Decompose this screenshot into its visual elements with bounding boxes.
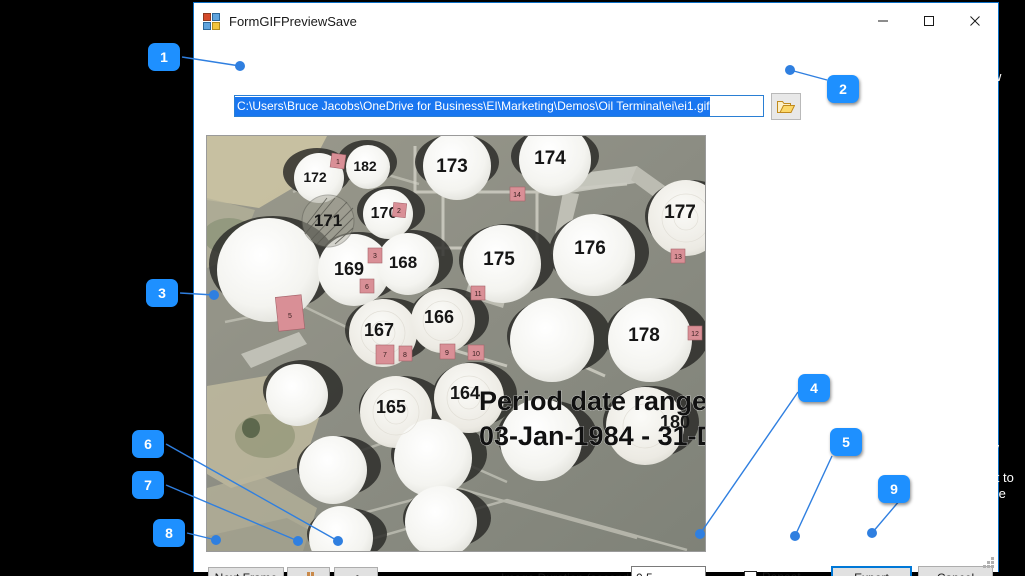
minimize-icon (877, 15, 889, 27)
svg-text:5: 5 (288, 313, 292, 320)
svg-text:12: 12 (691, 331, 699, 338)
cancel-button[interactable]: Cancel (918, 566, 993, 576)
svg-text:9: 9 (445, 350, 449, 357)
repeat-checkbox[interactable]: Repeat (744, 570, 801, 576)
windows-form-icon (203, 13, 220, 30)
svg-text:1: 1 (336, 159, 340, 166)
svg-text:166: 166 (424, 307, 454, 327)
image-duration-label: Image Duration (seconds) (501, 571, 639, 576)
callout-badge-9: 9 (878, 475, 910, 503)
svg-text:6: 6 (365, 284, 369, 291)
svg-text:11: 11 (474, 291, 481, 298)
svg-text:174: 174 (534, 148, 566, 169)
callout-badge-8: 8 (153, 519, 185, 547)
minimize-button[interactable] (860, 3, 906, 39)
browse-button[interactable] (771, 93, 801, 120)
svg-text:164: 164 (450, 383, 480, 403)
callout-badge-4: 4 (798, 374, 830, 402)
svg-text:169: 169 (334, 259, 364, 279)
svg-text:171: 171 (314, 211, 342, 230)
callout-badge-7: 7 (132, 471, 164, 499)
window-title: FormGIFPreviewSave (229, 14, 357, 29)
close-button[interactable] (952, 3, 998, 39)
callout-badge-3: 3 (146, 279, 178, 307)
svg-text:168: 168 (389, 253, 417, 272)
svg-text:178: 178 (628, 325, 660, 346)
svg-text:13: 13 (674, 254, 682, 261)
maximize-icon (923, 15, 935, 27)
callout-note-9: Click to export tospecified gif file (917, 470, 1025, 502)
svg-text:10: 10 (472, 351, 480, 358)
callout-badge-2: 2 (827, 75, 859, 103)
svg-text:7: 7 (383, 352, 387, 359)
svg-text:173: 173 (436, 156, 468, 177)
svg-text:165: 165 (376, 397, 406, 417)
svg-text:177: 177 (664, 202, 696, 223)
callout-note-4: Specify the single-image duration during… (835, 361, 975, 409)
resize-grip[interactable] (983, 557, 995, 569)
svg-text:3: 3 (373, 253, 377, 260)
svg-text:172: 172 (303, 169, 327, 185)
callout-note-2: Click to browse for newfile path (867, 69, 1017, 101)
svg-text:175: 175 (483, 249, 515, 270)
pause-button[interactable] (287, 567, 330, 576)
maximize-button[interactable] (906, 3, 952, 39)
oil-terminal-aerial-photo: 172 182 173 174 177 171 170 169 168 175 … (207, 136, 705, 551)
file-path-input[interactable]: C:\Users\Bruce Jacobs\OneDrive for Busin… (234, 95, 764, 117)
repeat-checkbox-box (744, 571, 757, 576)
caption-line-1: Period date range (479, 386, 705, 416)
callout-badge-6: 6 (132, 430, 164, 458)
title-bar: FormGIFPreviewSave (194, 3, 998, 39)
file-path-value: C:\Users\Bruce Jacobs\OneDrive for Busin… (235, 97, 710, 116)
gif-preview-image: 172 182 173 174 177 171 170 169 168 175 … (206, 135, 706, 552)
callout-badge-1: 1 (148, 43, 180, 71)
pause-icon (307, 572, 310, 576)
callout-badge-5: 5 (830, 428, 862, 456)
window-controls (860, 3, 998, 39)
svg-text:167: 167 (364, 320, 394, 340)
image-duration-input[interactable]: 0.5 (631, 566, 706, 576)
repeat-checkbox-label: Repeat (762, 570, 801, 576)
play-button[interactable]: => (334, 567, 378, 576)
export-button[interactable]: Export (831, 566, 912, 576)
svg-text:182: 182 (353, 158, 377, 174)
close-icon (969, 15, 981, 27)
callout-note-5: Place check to haverepeat at end of repl… (869, 424, 1019, 456)
svg-text:14: 14 (513, 192, 521, 199)
next-frame-button[interactable]: Next Frame (208, 567, 284, 576)
svg-text:8: 8 (403, 352, 407, 359)
svg-text:2: 2 (397, 208, 401, 215)
open-folder-icon (777, 99, 795, 114)
svg-text:176: 176 (574, 238, 606, 259)
caption-line-2: 03-Jan-1984 - 31-Dec (479, 421, 705, 451)
screenshot-root: FormGIFPreviewSave (0, 0, 1025, 576)
